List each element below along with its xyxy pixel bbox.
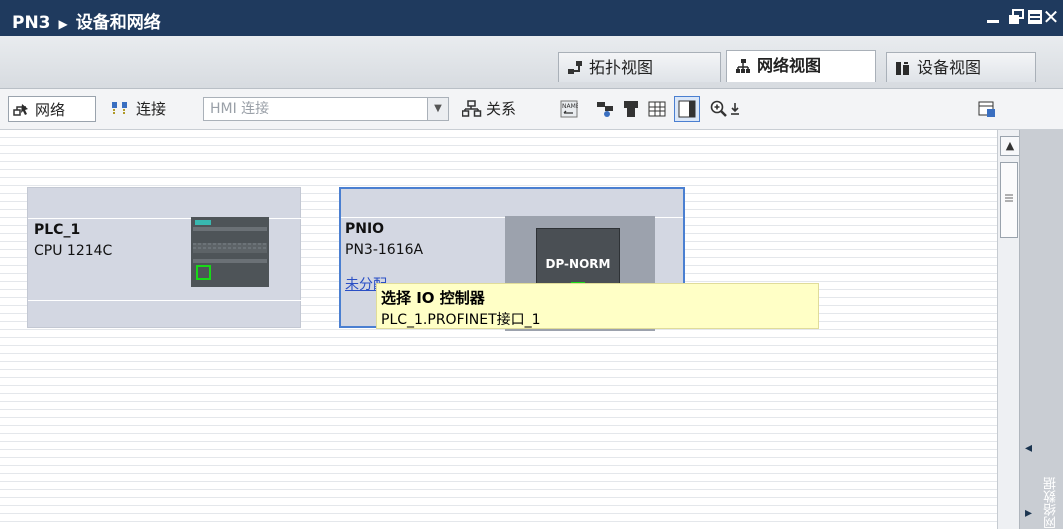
minimize-icon[interactable] — [982, 6, 1004, 28]
connection-icon — [112, 102, 127, 115]
tooltip-value[interactable]: PLC_1.PROFINET接口_1 — [381, 309, 541, 329]
breadcrumb-page: 设备和网络 — [75, 13, 161, 33]
show-names-icon[interactable]: NAME — [560, 100, 578, 118]
overview-toggle-button[interactable] — [674, 96, 700, 122]
module-icon[interactable] — [622, 100, 640, 118]
network-icon — [736, 59, 750, 73]
chevron-down-icon[interactable]: ▼ — [427, 98, 448, 120]
close-icon[interactable]: ✕ — [1040, 6, 1062, 28]
device-name: PNIO — [345, 221, 385, 237]
io-controller-tooltip[interactable]: 选择 IO 控制器 PLC_1.PROFINET接口_1 — [376, 283, 819, 329]
vertical-scrollbar[interactable]: ▲ — [997, 130, 1020, 529]
relations-button[interactable]: 关系 — [462, 96, 516, 122]
tab-network-view[interactable]: 网络视图 — [726, 50, 876, 82]
device-name: PLC_1 — [34, 222, 81, 238]
connection-mode-button[interactable]: 连接 — [110, 96, 166, 122]
zoom-in-icon[interactable] — [710, 100, 728, 118]
title-bar: PN3 ▶ 设备和网络 ✕ — [0, 0, 1063, 36]
tooltip-title: 选择 IO 控制器 — [381, 289, 485, 307]
breadcrumb-separator-icon: ▶ — [58, 17, 68, 31]
toolbar: 网络 连接 HMI 连接 ▼ 关系 NAME — [0, 89, 1063, 130]
relations-icon — [462, 100, 482, 117]
device-type: PN3-1616A — [345, 242, 424, 258]
table-icon[interactable] — [648, 100, 666, 118]
tab-topology-view[interactable]: 拓扑视图 — [558, 52, 721, 82]
assign-address-icon[interactable] — [596, 100, 614, 118]
network-mode-icon — [13, 104, 28, 116]
cpu-module-image — [191, 217, 269, 287]
tab-device-view[interactable]: 设备视图 — [886, 52, 1036, 82]
collapse-arrow-icon[interactable]: ◂ — [1025, 440, 1032, 456]
tab-label: 网络视图 — [757, 56, 822, 75]
module-label: DP-NORM — [545, 257, 611, 271]
tab-label: 设备视图 — [917, 58, 982, 77]
topology-icon — [568, 61, 582, 74]
connection-type-select[interactable]: HMI 连接 ▼ — [203, 97, 449, 121]
tab-label: 拓扑视图 — [589, 58, 654, 77]
device-icon — [896, 62, 909, 75]
expand-arrow-icon[interactable]: ▸ — [1025, 505, 1032, 521]
overview-icon — [678, 100, 696, 118]
scrollbar-thumb[interactable] — [1000, 162, 1018, 238]
network-data-side-panel[interactable]: ◂ ▸ 网络数据 — [1019, 130, 1063, 529]
grip-icon — [1005, 194, 1013, 202]
device-divider — [28, 300, 302, 301]
network-canvas[interactable]: PLC_1 CPU 1214C PNIO PN3-1616A 未分配 DP-NO… — [0, 130, 997, 529]
device-type: CPU 1214C — [34, 243, 113, 259]
breadcrumb: PN3 ▶ 设备和网络 — [12, 8, 161, 33]
network-mode-button[interactable]: 网络 — [8, 96, 96, 122]
breadcrumb-project[interactable]: PN3 — [12, 13, 51, 33]
panel-toggle-icon[interactable] — [978, 100, 996, 118]
view-tab-bar: 拓扑视图 网络视图 设备视图 — [0, 36, 1063, 89]
scroll-up-icon[interactable]: ▲ — [1000, 136, 1020, 156]
device-plc-1[interactable]: PLC_1 CPU 1214C — [27, 187, 302, 328]
svg-text:NAME: NAME — [562, 103, 578, 110]
zoom-dropdown-icon[interactable] — [730, 102, 740, 116]
side-panel-label: 网络数据 — [1044, 477, 1059, 529]
